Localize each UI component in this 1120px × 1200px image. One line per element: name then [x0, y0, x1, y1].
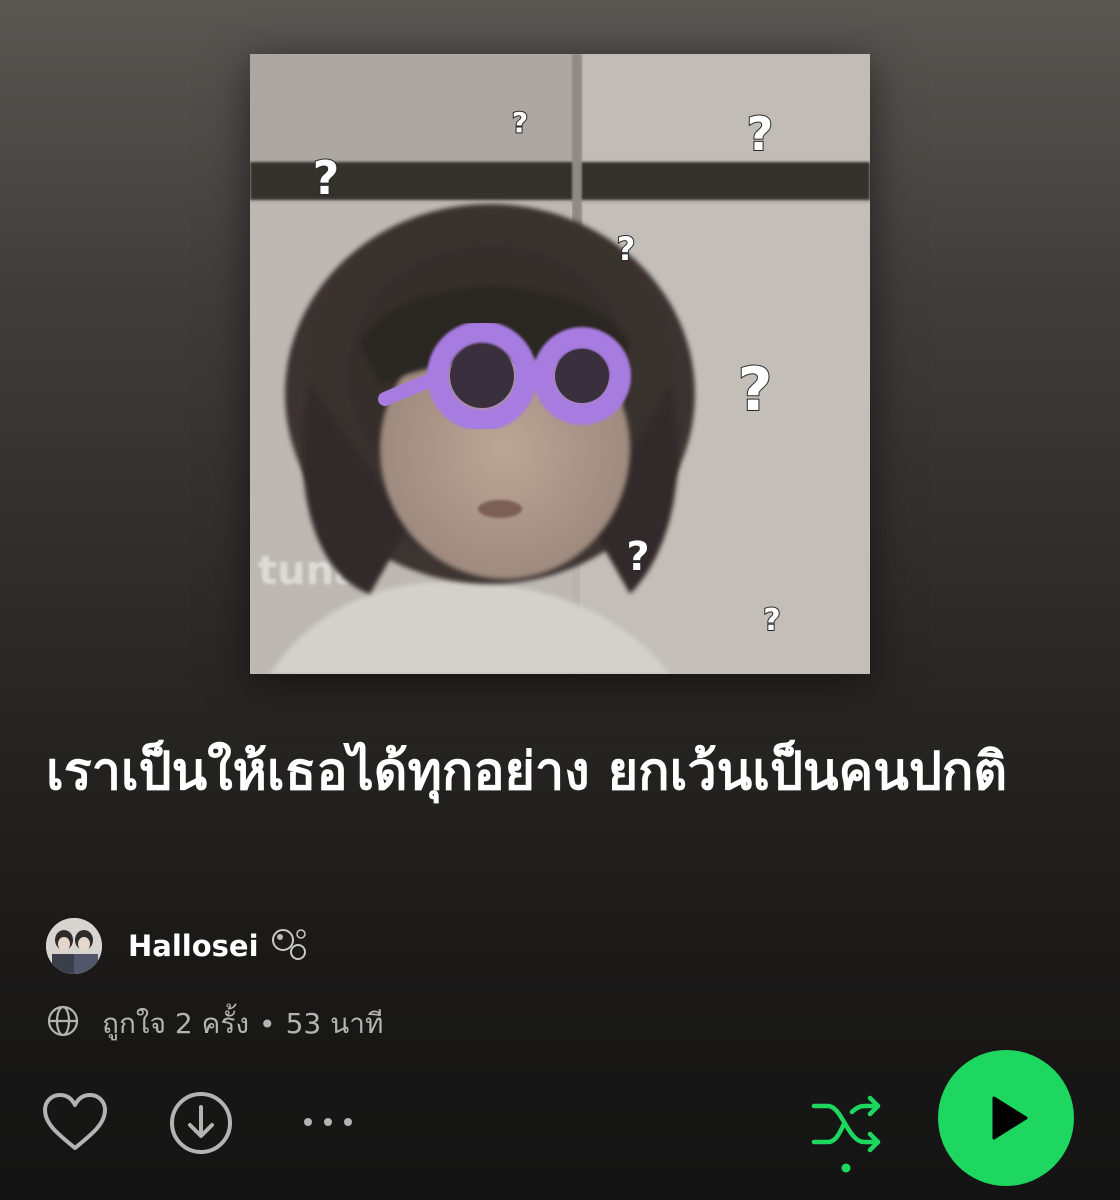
question-mark: ?	[313, 151, 340, 205]
question-mark: ?	[512, 106, 528, 139]
shuffle-icon	[811, 1095, 881, 1173]
total-duration: 53 นาที	[285, 1007, 384, 1040]
globe-icon	[46, 1004, 80, 1045]
like-button[interactable]	[40, 1090, 110, 1158]
more-options-button[interactable]	[298, 1106, 358, 1142]
shuffle-active-dot	[841, 1163, 851, 1173]
shuffle-button[interactable]	[808, 1090, 888, 1184]
action-bar	[0, 1050, 1120, 1200]
meta-separator: •	[259, 1007, 276, 1041]
bubbles-icon	[269, 924, 309, 968]
play-icon	[992, 1096, 1028, 1140]
likes-count: ถูกใจ 2 ครั้ง	[102, 1007, 250, 1040]
playlist-title: เราเป็นให้เธอได้ทุกอย่าง ยกเว้นเป็นคนปกต…	[46, 742, 1008, 802]
owner-name[interactable]: Hallosei	[128, 929, 259, 963]
playlist-meta: ถูกใจ 2 ครั้ง • 53 นาที	[46, 1002, 383, 1046]
avatar[interactable]	[46, 918, 102, 974]
question-mark: ?	[626, 534, 649, 580]
heart-outline-icon	[43, 1093, 107, 1150]
owner-row[interactable]: Hallosei	[46, 918, 309, 974]
download-button[interactable]	[168, 1090, 234, 1160]
playlist-cover-image: tuna ? ? ? ? ? ? ?	[250, 54, 870, 674]
question-mark: ?	[763, 603, 780, 638]
download-circle-icon	[170, 1092, 232, 1154]
question-mark: ?	[747, 107, 774, 161]
question-mark: ?	[617, 230, 636, 268]
question-mark: ?	[738, 355, 773, 425]
play-button[interactable]	[938, 1050, 1074, 1186]
more-options-icon	[304, 1118, 352, 1126]
playlist-page: tuna ? ? ? ? ? ? ? เราเป็นให้เธอได้ทุกอย…	[0, 0, 1120, 1200]
